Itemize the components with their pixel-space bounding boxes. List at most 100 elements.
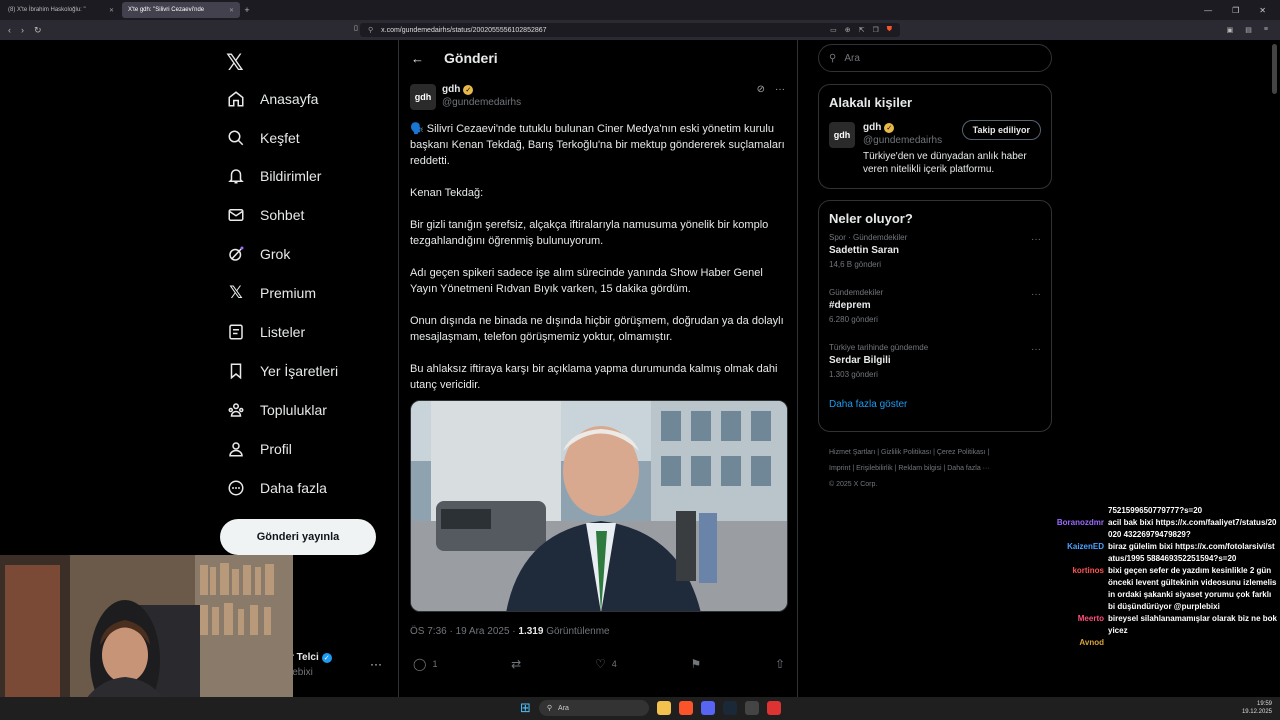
- heart-icon: ♡: [594, 657, 606, 671]
- nav-explore[interactable]: Keşfet: [226, 126, 300, 150]
- repost-button[interactable]: ⇄: [511, 657, 521, 671]
- post-time[interactable]: ÖS 7:36 · 19 Ara 2025 ·: [410, 626, 518, 637]
- scrollbar[interactable]: [1272, 44, 1277, 94]
- nav-label: Profil: [260, 441, 292, 457]
- obs-icon[interactable]: [766, 701, 781, 715]
- nav-communities[interactable]: Topluluklar: [226, 398, 327, 422]
- trend-item[interactable]: Gündemdekiler #deprem 6.280 gönderi ···: [819, 281, 1051, 336]
- more-options-icon[interactable]: ···: [1031, 234, 1041, 245]
- footer-line[interactable]: Imprint | Erişilebilirlik | Reklam bilgi…: [829, 461, 1049, 477]
- close-window-icon[interactable]: ✕: [1259, 6, 1266, 15]
- window-controls: — ❐ ✕: [1204, 6, 1280, 15]
- brave-shield-icon[interactable]: ⛊: [887, 26, 892, 34]
- system-clock[interactable]: 19:59 19.12.2025: [1242, 700, 1272, 716]
- nav-label: Anasayfa: [260, 91, 319, 107]
- address-bar[interactable]: ⚲ x.com/gundemedairhs/status/20020555561…: [360, 23, 900, 37]
- community-icon: [226, 400, 246, 420]
- like-button[interactable]: ♡ 4: [595, 657, 617, 671]
- nav-profile[interactable]: Profil: [226, 437, 292, 461]
- verified-icon: ✓: [884, 122, 895, 133]
- close-icon[interactable]: ✕: [109, 7, 114, 14]
- nav-more[interactable]: Daha fazla: [226, 476, 327, 500]
- more-options-icon[interactable]: ···: [1031, 289, 1041, 300]
- taskbar-search[interactable]: ⚲ Ara: [538, 700, 649, 716]
- trend-item[interactable]: Spor · Gündemdekiler Sadettin Saran 14,6…: [819, 226, 1051, 281]
- trends-card: Neler oluyor? Spor · Gündemdekiler Sadet…: [818, 200, 1052, 432]
- reply-count: 1: [432, 659, 438, 669]
- sidebar-icon[interactable]: ▤: [1245, 26, 1252, 34]
- menu-icon[interactable]: ≡: [1264, 26, 1268, 34]
- more-icon: [226, 478, 246, 498]
- nav-lists[interactable]: Listeler: [226, 320, 305, 344]
- share-button[interactable]: ⇧: [775, 657, 785, 671]
- post-image[interactable]: [410, 400, 788, 612]
- site-info-icon[interactable]: ⚲: [368, 26, 373, 34]
- back-icon[interactable]: ‹: [8, 25, 11, 36]
- nav-label: Keşfet: [260, 130, 300, 146]
- post-button[interactable]: Gönderi yayınla: [220, 519, 376, 555]
- back-arrow-icon[interactable]: ←: [411, 51, 424, 66]
- show-more-link[interactable]: Daha fazla göster: [819, 391, 1051, 422]
- steam-icon[interactable]: [722, 701, 737, 715]
- bookmark-page-icon[interactable]: ▯: [354, 24, 358, 32]
- brave-browser-icon[interactable]: [678, 701, 693, 715]
- chat-text: 7521599650779777?s=20: [1108, 506, 1203, 515]
- clock-date: 19.12.2025: [1241, 709, 1272, 715]
- discord-icon[interactable]: [700, 701, 715, 715]
- new-tab-button[interactable]: +: [240, 5, 254, 15]
- copy-icon[interactable]: ❐: [872, 26, 878, 34]
- account-more-icon[interactable]: ···: [370, 657, 382, 671]
- footer-line[interactable]: Hizmet Şartları | Gizlilik Politikası | …: [829, 445, 1049, 461]
- post-meta: ÖS 7:36 · 19 Ara 2025 · 1.319 Görüntülen…: [410, 626, 610, 637]
- browser-tab-2[interactable]: X'te gdh: "Silivri Cezaevi'nde ✕: [122, 2, 240, 18]
- avatar[interactable]: gdh: [829, 122, 855, 148]
- search-input[interactable]: ⚲ Ara: [818, 44, 1052, 72]
- nav-home[interactable]: Anasayfa: [226, 87, 318, 111]
- url-text: x.com/gundemedairhs/status/2002055556102…: [381, 26, 547, 34]
- related-person[interactable]: gdh gdh ✓ @gundemedairhs Türkiye'den ve d…: [819, 110, 1051, 188]
- stream-chat: 7521599650779777?s=20 Boranozdmr acil ba…: [1040, 505, 1280, 649]
- nav-premium[interactable]: 𝕏 Premium: [226, 281, 316, 305]
- zoom-icon[interactable]: ⊕: [845, 26, 851, 34]
- chat-text: bireysel silahlanamamışlar olarak biz ne…: [1108, 614, 1277, 635]
- clock-time: 19:59: [1256, 701, 1272, 707]
- file-explorer-icon[interactable]: [656, 701, 671, 715]
- nav-notifications[interactable]: Bildirimler: [226, 164, 321, 188]
- browser-tab-1[interactable]: (8) X'te İbrahim Haskoloğlu: " ✕: [2, 2, 120, 18]
- bell-icon: [226, 166, 246, 186]
- restore-icon[interactable]: ❐: [1232, 6, 1239, 15]
- reply-button[interactable]: ◯ 1: [413, 657, 437, 671]
- forward-icon[interactable]: ›: [21, 25, 24, 36]
- share-icon: ⇧: [774, 657, 785, 671]
- x-logo-icon[interactable]: 𝕏: [226, 50, 244, 76]
- nav-messages[interactable]: Sohbet: [226, 203, 304, 227]
- close-icon[interactable]: ✕: [229, 7, 234, 14]
- minimize-icon[interactable]: —: [1204, 6, 1212, 15]
- share-icon[interactable]: ⇱: [859, 26, 865, 34]
- bookmark-button[interactable]: ⚑: [690, 657, 701, 671]
- more-options-icon[interactable]: ···: [775, 84, 785, 95]
- post-author[interactable]: gdh gdh ✓ @gundemedairhs: [410, 84, 521, 110]
- reader-icon[interactable]: ▭: [830, 26, 837, 34]
- post-paragraph: 🗣️ Silivri Cezaevi'nde tutuklu bulunan C…: [410, 123, 785, 167]
- grok-explain-icon[interactable]: ⊘: [757, 84, 765, 95]
- related-bio: Türkiye'den ve dünyadan anlık haber vere…: [863, 151, 1027, 175]
- author-name: gdh: [442, 84, 461, 95]
- account-switcher[interactable]: r Telci ✓ lebixi: [290, 652, 332, 678]
- post-paragraph: Kenan Tekdağ:: [410, 187, 484, 199]
- more-options-icon[interactable]: ···: [1031, 344, 1041, 355]
- windows-start-icon[interactable]: ⊞: [520, 700, 531, 716]
- chat-user: KaizenED: [1067, 542, 1104, 551]
- reload-icon[interactable]: ↻: [34, 25, 42, 36]
- following-button[interactable]: Takip ediliyor: [961, 120, 1041, 140]
- trend-count: 1.303 gönderi: [829, 370, 878, 379]
- wallet-icon[interactable]: ▣: [1227, 26, 1234, 34]
- post-options: ⊘ ···: [757, 84, 785, 95]
- nav-grok[interactable]: Grok: [226, 242, 290, 266]
- footer-links: Hizmet Şartları | Gizlilik Politikası | …: [829, 445, 1049, 493]
- nav-bookmarks[interactable]: Yer İşaretleri: [226, 359, 338, 383]
- trend-item[interactable]: Türkiye tarihinde gündemde Serdar Bilgil…: [819, 336, 1051, 391]
- avatar[interactable]: gdh: [410, 84, 436, 110]
- app-icon[interactable]: [744, 701, 759, 715]
- windows-taskbar: ⊞ ⚲ Ara 19:59 19.12.2025: [0, 697, 1280, 720]
